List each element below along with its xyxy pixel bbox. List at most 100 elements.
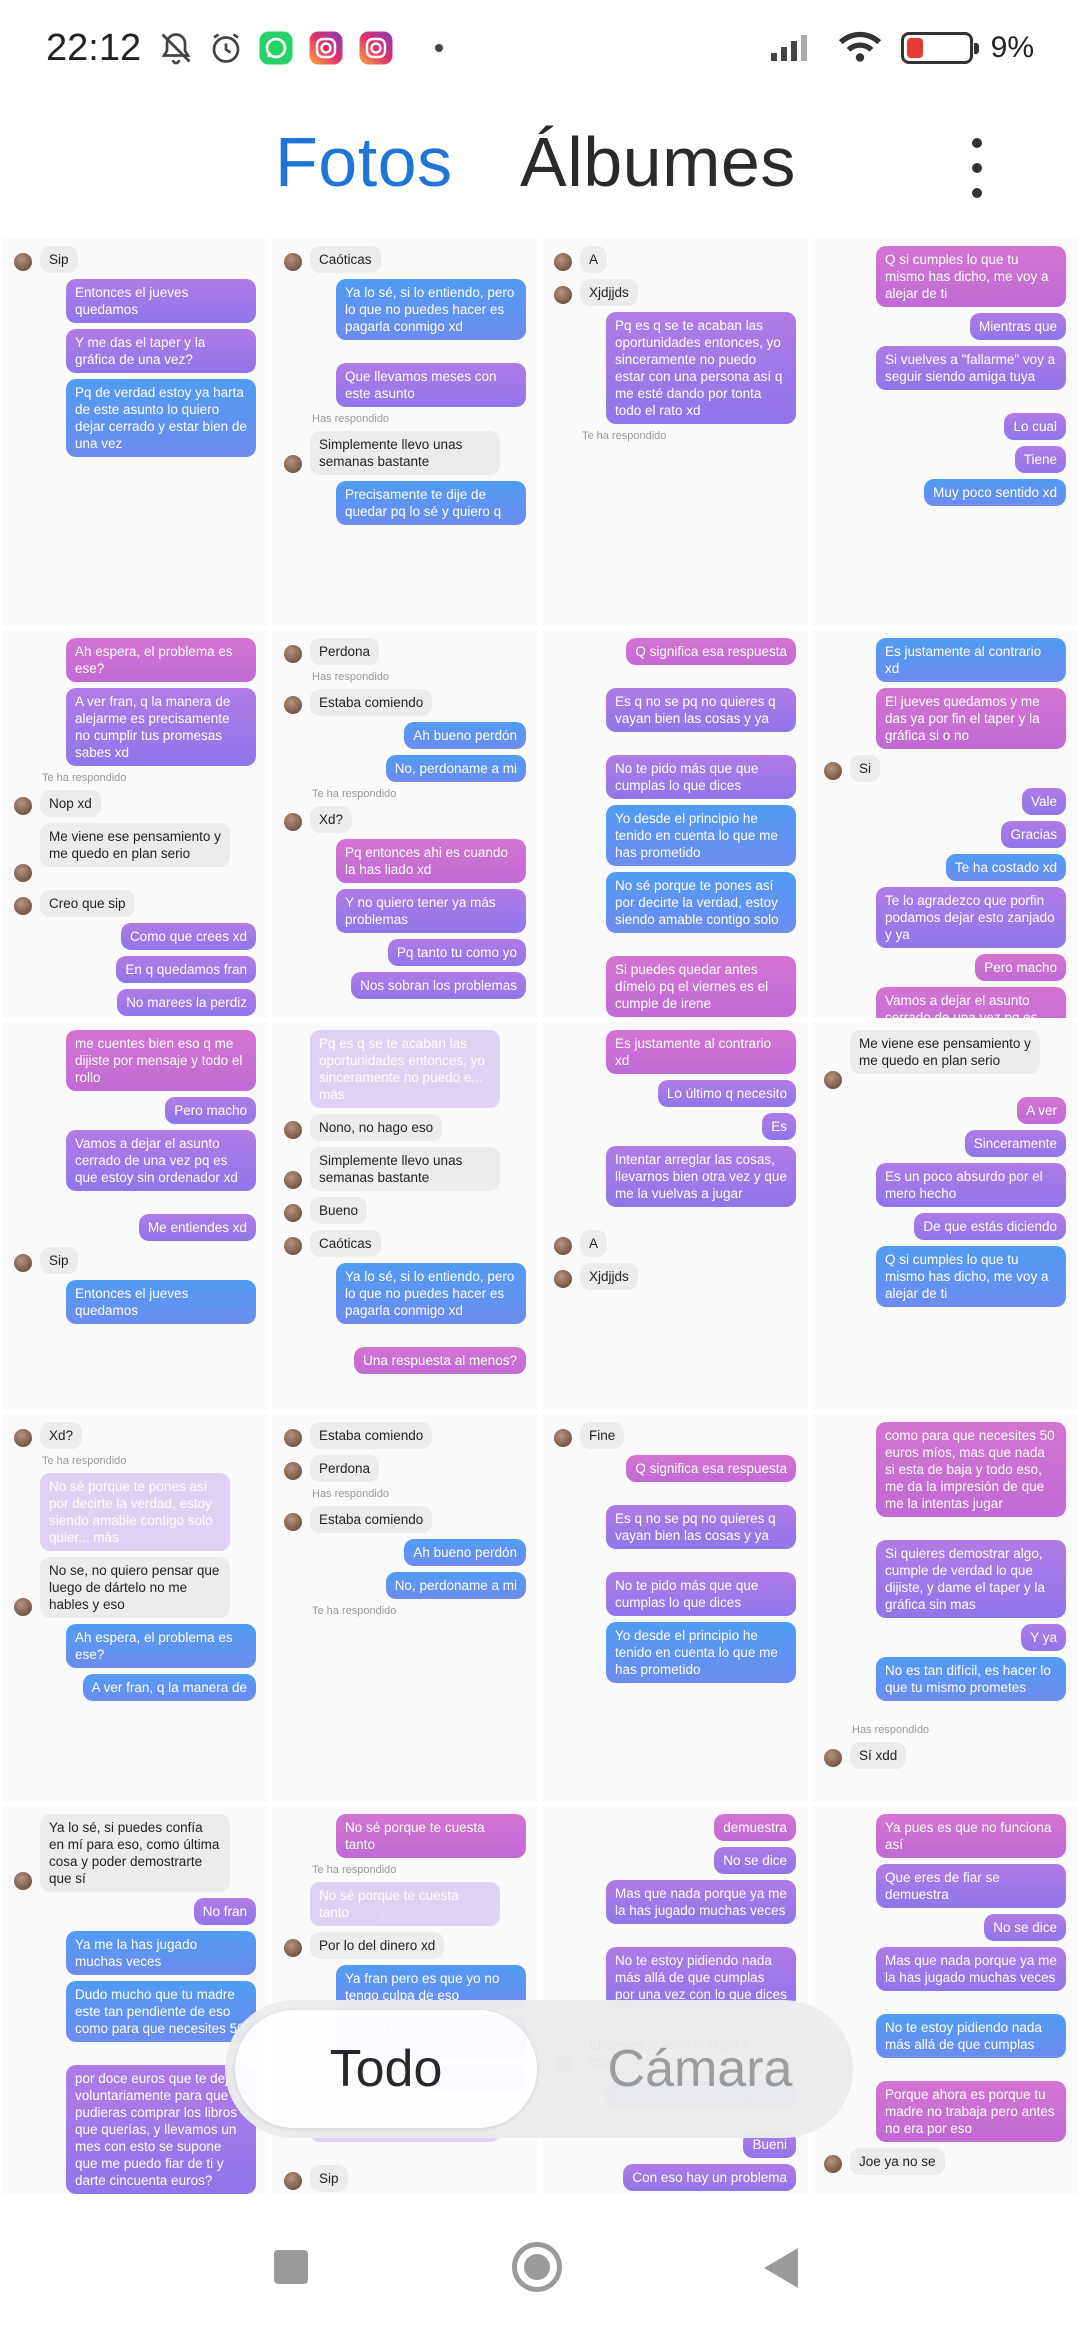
contact-avatar [14,864,32,882]
sent-message: No te estoy pidiendo nada más allá de qu… [876,2014,1066,2058]
filter-segmented-control: Todo Cámara [225,2000,853,2138]
photo-thumbnail[interactable]: Xd? Te ha respondido No sé porque te pones… [2,1414,268,1802]
filter-todo[interactable]: Todo [235,2010,537,2128]
contact-avatar [554,1429,572,1447]
sent-message: Mas que nada porque ya me la has jugado … [876,1947,1066,1991]
sent-message: Intentar arreglar las cosas, llevarnos b… [606,1146,796,1207]
sent-message: Muy poco sentido xd [924,479,1066,506]
contact-avatar [824,762,842,780]
received-message: Nono, no hago eso [310,1114,443,1141]
back-button[interactable] [764,2248,798,2288]
recents-button[interactable] [274,2250,308,2284]
contact-avatar [554,1237,572,1255]
sent-message: A ver [1017,1097,1066,1124]
contact-avatar [284,1121,302,1139]
photo-thumbnail[interactable]: Caóticas Ya lo sé, si lo entiendo, pero l… [272,238,538,626]
contact-avatar [824,1071,842,1089]
received-message: Sip [40,1247,78,1274]
received-message: Estaba comiendo [310,1506,433,1533]
photo-thumbnail[interactable]: A Xjdjjds Pq es q se te acaban las oportun… [542,238,808,626]
received-message: Me viene ese pensamiento y me quedo en p… [850,1030,1040,1074]
contact-avatar [284,455,302,473]
message-meta: Te ha respondido [42,1455,127,1467]
whatsapp-icon [257,29,295,67]
photo-thumbnail[interactable]: Q significa esa respuesta Es q no se pq n… [542,630,808,1018]
sent-message: Q si cumples lo que tu mismo has dicho, … [876,1246,1066,1307]
contact-avatar [14,1429,32,1447]
sent-message: Sinceramente [964,1130,1066,1157]
gallery-header: Fotos Álbumes [0,100,1080,230]
photo-thumbnail[interactable]: como para que necesites 50 euros míos, m… [812,1414,1078,1802]
sent-message: Q significa esa respuesta [626,1455,796,1482]
contact-avatar [824,1749,842,1767]
tab-albumes[interactable]: Álbumes [520,122,796,202]
sent-message: Ya lo sé, si lo entiendo, pero lo que no… [336,1263,526,1324]
photo-thumbnail[interactable]: Fine Q significa esa respuesta Es q no se … [542,1414,808,1802]
sent-message: Te ha costado xd [945,854,1066,881]
navigation-bar [0,2200,1080,2340]
message-meta: Has respondido [312,1488,390,1500]
photo-thumbnail[interactable]: Perdona Has respondido Estaba comiendo Ah b… [272,630,538,1018]
sent-message: Y me das el taper y la gráfica de una ve… [66,329,256,373]
received-message: Sip [310,2165,348,2192]
tab-fotos[interactable]: Fotos [275,122,453,202]
photo-thumbnail[interactable]: Q si cumples lo que tu mismo has dicho, … [812,238,1078,626]
sent-message: Entonces el jueves quedamos [66,1280,256,1324]
sent-message: No, perdoname a mi [385,755,526,782]
contact-avatar [284,1204,302,1222]
sent-message: De que estás diciendo [914,1213,1066,1240]
more-options-icon[interactable] [965,138,989,198]
photo-thumbnail[interactable]: Ah espera, el problema es ese? A ver fran… [2,630,268,1018]
received-message: A [580,1230,608,1257]
photo-thumbnail[interactable]: Es justamente al contrario xd El jueves q… [812,630,1078,1018]
sent-message: Es un poco absurdo por el mero hecho [876,1163,1066,1207]
signal-icon [769,29,819,68]
photo-thumbnail[interactable]: Sip Entonces el jueves quedamos Y me das e… [2,238,268,626]
received-message: Por lo del dinero xd [310,1932,445,1959]
received-message: Simplemente llevo unas semanas bastante [310,431,500,475]
sent-message: No sé porque te cuesta tanto [310,1882,500,1926]
received-message: Xjdjjds [580,279,638,306]
sent-message: Ah espera, el problema es ese? [66,638,256,682]
sent-message: Yo desde el principio he tenido en cuent… [606,805,796,866]
contact-avatar [284,645,302,663]
sent-message: Es justamente al contrario xd [606,1030,796,1074]
sent-message: Q significa esa respuesta [626,638,796,665]
sent-message: Pero macho [165,1097,256,1124]
sent-message: Me entiendes xd [138,1214,256,1241]
home-button[interactable] [512,2242,562,2292]
instagram-icon [357,29,395,67]
sent-message: Ya pues es que no funciona así [876,1814,1066,1858]
sent-message: Una respuesta al menos? [354,1347,526,1374]
photo-thumbnail[interactable]: Ya pues es que no funciona así Que eres d… [812,1806,1078,2194]
photo-thumbnail[interactable]: me cuentes bien eso q me dijiste por men… [2,1022,268,1410]
contact-avatar [284,1939,302,1957]
sent-message: Es q no se pq no quieres q vayan bien la… [606,688,796,732]
contact-avatar [554,1270,572,1288]
message-meta: Te ha respondido [312,788,397,800]
sent-message: Porque ahora es porque tu madre no traba… [876,2081,1066,2142]
received-message: Fine [580,1422,625,1449]
sent-message: Pq tanto tu como yo [387,939,526,966]
sent-message: Vamos a dejar el asunto cerrado de una v… [66,1130,256,1191]
sent-message: Es justamente al contrario xd [876,638,1066,682]
status-time: 22:12 [46,26,142,69]
sent-message: como para que necesites 50 euros míos, m… [876,1422,1066,1517]
message-meta: Te ha respondido [312,1605,397,1617]
photo-thumbnail[interactable]: Ya lo sé, si puedes confía en mí para es… [2,1806,268,2194]
sent-message: Como que crees xd [120,923,256,950]
bell-off-icon [157,29,195,67]
received-message: Me viene ese pensamiento y me quedo en p… [40,823,230,867]
photo-thumbnail[interactable]: Me viene ese pensamiento y me quedo en p… [812,1022,1078,1410]
photo-thumbnail[interactable]: Es justamente al contrario xd Lo último q… [542,1022,808,1410]
filter-camara[interactable]: Cámara [555,2010,845,2128]
sent-message: Ya lo sé, si lo entiendo, pero lo que no… [336,279,526,340]
sent-message: Q si cumples lo que tu mismo has dicho, … [876,246,1066,307]
photo-thumbnail[interactable]: Estaba comiendo Perdona Has respondido Esta… [272,1414,538,1802]
photo-thumbnail[interactable]: Pq es q se te acaban las oportunidades e… [272,1022,538,1410]
contact-avatar [284,1171,302,1189]
sent-message: Si vuelves a "fallarme" voy a seguir sie… [876,346,1066,390]
received-message: Bueno [310,1197,368,1224]
sent-message: Mientras que [969,313,1066,340]
received-message: Nop xd [40,790,101,817]
